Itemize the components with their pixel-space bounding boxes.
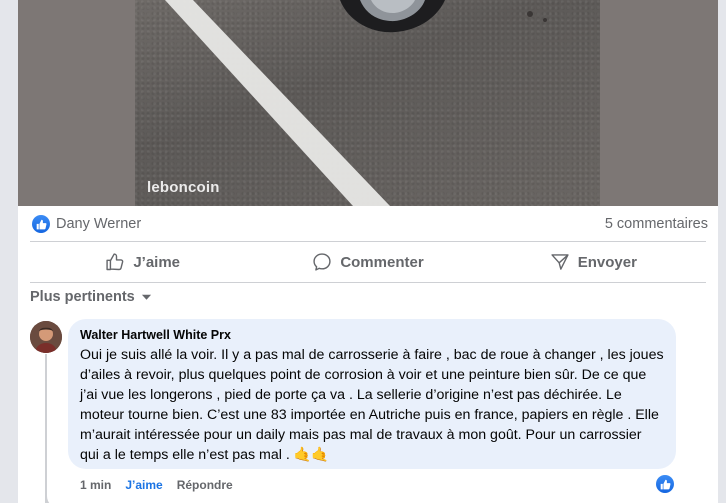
comment-time[interactable]: 1 min bbox=[80, 478, 111, 492]
comment-sort-dropdown[interactable]: Plus pertinents bbox=[30, 289, 152, 305]
post-card: leboncoin Dany Werner 5 commentaires J’a… bbox=[18, 0, 726, 503]
like-label: J’aime bbox=[133, 253, 181, 271]
send-icon bbox=[551, 254, 569, 270]
share-label: Envoyer bbox=[577, 253, 637, 271]
reaction-summary[interactable]: Dany Werner bbox=[32, 215, 141, 233]
comment-button[interactable]: Commenter bbox=[255, 252, 480, 272]
page-edge bbox=[718, 0, 726, 503]
divider-bottom bbox=[30, 282, 706, 283]
post-photo-area[interactable]: leboncoin bbox=[18, 0, 718, 206]
commenter-avatar[interactable] bbox=[30, 321, 62, 353]
comments-count[interactable]: 5 commentaires bbox=[605, 216, 708, 232]
liker-name[interactable]: Dany Werner bbox=[56, 216, 141, 232]
thumbs-up-small-icon bbox=[660, 479, 670, 489]
divider-top bbox=[30, 241, 706, 242]
sort-label: Plus pertinents bbox=[30, 289, 135, 305]
comment-like-badge-icon[interactable] bbox=[656, 475, 674, 493]
comment-like-button[interactable]: J’aime bbox=[125, 478, 162, 492]
comment-text: Oui je suis allé la voir. Il y a pas mal… bbox=[80, 347, 664, 463]
photo-illustration bbox=[165, 0, 547, 206]
like-button[interactable]: J’aime bbox=[30, 252, 255, 272]
comment-bubble: Walter Hartwell White Prx Oui je suis al… bbox=[68, 319, 676, 469]
reactions-row: Dany Werner 5 commentaires bbox=[32, 213, 708, 235]
action-bar: J’aime Commenter Envoyer bbox=[30, 243, 706, 281]
post-photo[interactable]: leboncoin bbox=[135, 0, 600, 206]
thumbs-up-icon bbox=[106, 253, 124, 271]
caret-down-icon bbox=[141, 294, 151, 300]
comment-reply-button[interactable]: Répondre bbox=[177, 478, 233, 492]
avatar-image bbox=[30, 321, 62, 353]
like-reaction-icon bbox=[32, 215, 50, 233]
share-button[interactable]: Envoyer bbox=[481, 252, 706, 272]
comment-label: Commenter bbox=[340, 253, 424, 271]
comment-bubble-icon bbox=[313, 253, 331, 271]
comment-meta: 1 min J’aime Répondre bbox=[80, 478, 233, 492]
comment-author[interactable]: Walter Hartwell White Prx bbox=[80, 328, 664, 342]
watermark-logo: leboncoin bbox=[147, 179, 220, 196]
